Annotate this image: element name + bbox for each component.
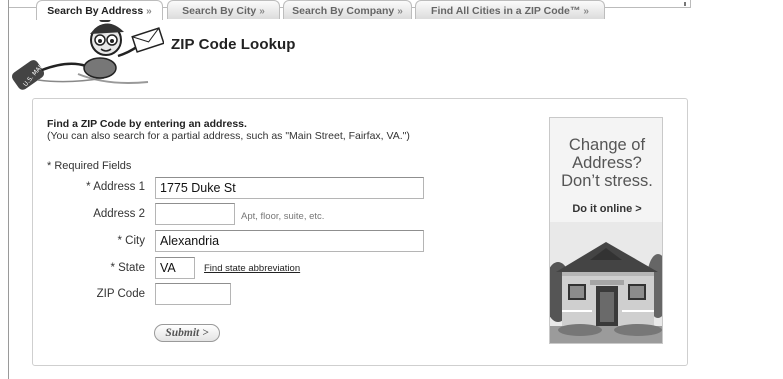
address1-input[interactable]	[155, 177, 424, 199]
find-state-abbreviation-link[interactable]: Find state abbreviation	[204, 263, 300, 274]
chevron-right-icon: »	[259, 6, 265, 17]
mr-zip-mascot-icon: U.S. MAIL	[11, 16, 164, 90]
tab-search-by-city[interactable]: Search By City»	[167, 0, 280, 19]
intro-title: Find a ZIP Code by entering an address.	[47, 118, 247, 130]
ad-line3: Don’t stress.	[561, 172, 653, 190]
scroll-marker	[684, 2, 686, 6]
state-input[interactable]	[155, 257, 195, 279]
tab-label: Search By Company	[292, 5, 395, 17]
ad-headline: Change of Address? Don’t stress.	[550, 136, 662, 190]
required-fields-note: * Required Fields	[47, 160, 132, 172]
zip-input[interactable]	[155, 283, 231, 305]
ad-line1: Change of	[568, 136, 646, 154]
chevron-right-icon: »	[397, 6, 403, 17]
address2-label: Address 2	[93, 208, 145, 220]
city-label: * City	[117, 235, 145, 247]
ad-cta-link[interactable]: Do it online >	[550, 203, 662, 215]
ad-line2: Address?	[572, 154, 642, 172]
address2-input[interactable]	[155, 203, 235, 225]
change-of-address-ad[interactable]: Change of Address? Don’t stress. Do it o…	[549, 117, 663, 344]
tab-find-all-cities[interactable]: Find All Cities in a ZIP Code™»	[415, 0, 605, 19]
house-illustration-icon	[550, 222, 662, 343]
tab-label: Search By Address	[47, 5, 144, 17]
tab-search-by-company[interactable]: Search By Company»	[283, 0, 412, 19]
address1-label: * Address 1	[86, 181, 145, 193]
tab-search-by-address[interactable]: Search By Address»	[36, 0, 163, 20]
page-title: ZIP Code Lookup	[171, 36, 296, 53]
address2-hint: Apt, floor, suite, etc.	[241, 211, 325, 222]
chevron-right-icon: »	[583, 6, 589, 17]
tab-label: Search By City	[182, 5, 257, 17]
zip-label: ZIP Code	[96, 288, 145, 300]
tab-label: Find All Cities in a ZIP Code™	[431, 5, 581, 17]
state-label: * State	[110, 262, 145, 274]
submit-button[interactable]: Submit >	[154, 324, 220, 342]
chevron-right-icon: »	[146, 6, 152, 17]
city-input[interactable]	[155, 230, 424, 252]
intro-subtitle: (You can also search for a partial addre…	[47, 130, 410, 142]
